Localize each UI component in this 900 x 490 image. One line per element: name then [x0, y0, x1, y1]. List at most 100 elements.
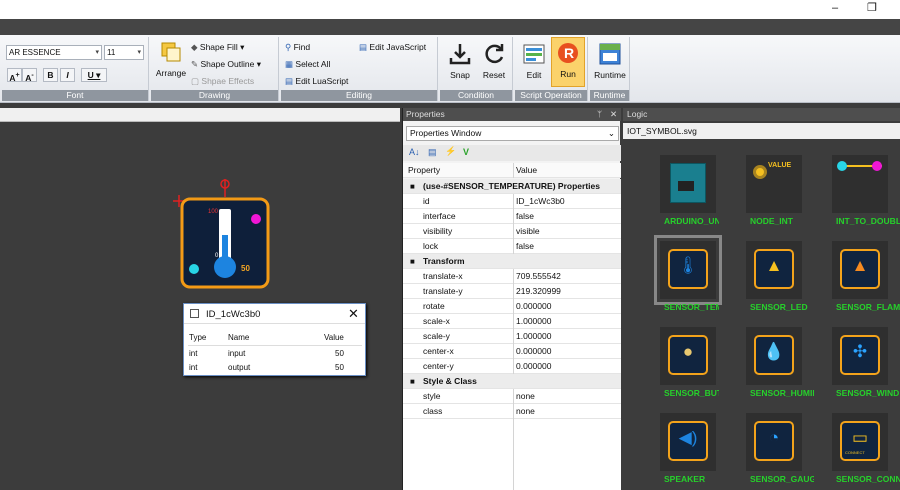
arrange-button[interactable]: Arrange — [153, 37, 189, 87]
font-size-select[interactable]: 11 ▾ — [104, 45, 144, 60]
property-row-class[interactable]: class none — [403, 404, 621, 419]
italic-button[interactable]: I — [60, 68, 75, 82]
pin-icon[interactable]: ᛘ — [597, 108, 602, 121]
property-row-interface[interactable]: interface false — [403, 209, 621, 224]
property-value[interactable]: 1.000000 — [516, 329, 551, 344]
bold-button[interactable]: B — [43, 68, 58, 82]
symbol-tile-sensor-flame[interactable]: ▲ — [832, 241, 888, 299]
property-category[interactable]: ■ Style & Class — [403, 374, 621, 389]
edit-script-button[interactable]: Edit — [518, 39, 550, 85]
symbol-tile-sensor-gauge[interactable]: ◔ — [746, 413, 802, 471]
editing-group: ⚲ Find ▦ Select All ▤ Edit LuaScript ▤ E… — [281, 37, 438, 101]
symbol-tile-arduino[interactable] — [660, 155, 716, 213]
properties-dropdown[interactable]: Properties Window ⌄ — [406, 126, 619, 141]
shrink-font-button[interactable]: A- — [22, 68, 37, 83]
property-value[interactable]: 1.000000 — [516, 314, 551, 329]
runtime-button[interactable]: Runtime — [592, 39, 628, 85]
sensor-humidity-icon: 💧 — [763, 342, 785, 361]
collapse-icon[interactable]: ■ — [410, 254, 415, 269]
shape-outline-button[interactable]: ✎ Shape Outline ▾ — [191, 59, 261, 70]
runtime-icon — [599, 43, 621, 65]
property-value[interactable]: none — [516, 389, 535, 404]
symbol-tile-int-to-double[interactable] — [832, 155, 888, 213]
temperature-sensor-symbol[interactable] — [170, 177, 274, 297]
close-icon[interactable]: ✕ — [610, 108, 617, 121]
property-row-id[interactable]: id ID_1cWc3b0 — [403, 194, 621, 209]
select-all-button[interactable]: ▦ Select All — [285, 59, 330, 70]
property-row-translate-x[interactable]: translate-x 709.555542 — [403, 269, 621, 284]
property-name: interface — [423, 211, 456, 221]
symbol-tile-sensor-humidity[interactable]: 💧 — [746, 327, 802, 385]
property-row-translate-y[interactable]: translate-y 219.320999 — [403, 284, 621, 299]
symbol-label: SENSOR_FLAME — [836, 302, 900, 312]
property-row-visibility[interactable]: visibility visible — [403, 224, 621, 239]
font-name-select[interactable]: AR ESSENCE ▾ — [6, 45, 102, 60]
property-row-lock[interactable]: lock false — [403, 239, 621, 254]
symbol-label: SPEAKER — [664, 474, 706, 484]
underline-button[interactable]: U ▾ — [81, 68, 107, 82]
validate-icon[interactable]: V — [463, 147, 469, 157]
reset-icon — [485, 44, 504, 64]
edit-luascript-button[interactable]: ▤ Edit LuaScript — [285, 76, 348, 87]
category-label: Style & Class — [423, 376, 477, 386]
collapse-icon[interactable]: ■ — [410, 179, 415, 194]
symbol-tile-node-int[interactable]: VALUE — [746, 155, 802, 213]
property-value[interactable]: false — [516, 209, 534, 224]
properties-column-header: Property Value — [403, 163, 621, 178]
edit-javascript-button[interactable]: ▤ Edit JavaScript — [359, 42, 426, 53]
property-row-center-x[interactable]: center-x 0.000000 — [403, 344, 621, 359]
shape-effects-button[interactable]: ▢ Shpae Effects — [191, 76, 254, 87]
divider — [513, 269, 514, 284]
property-row-rotate[interactable]: rotate 0.000000 — [403, 299, 621, 314]
sensor-wind-icon: ✣ — [852, 342, 868, 361]
run-button[interactable]: R Run — [551, 37, 585, 87]
property-name: center-y — [423, 361, 454, 371]
property-value[interactable]: 0.000000 — [516, 344, 551, 359]
connect-label: CONNECT — [845, 450, 865, 455]
find-button[interactable]: ⚲ Find — [285, 42, 310, 53]
property-row-scale-y[interactable]: scale-y 1.000000 — [403, 329, 621, 344]
output-port[interactable] — [251, 214, 261, 224]
properties-header: Properties ᛘ ✕ — [403, 108, 621, 121]
restore-button[interactable]: ❐ — [867, 1, 877, 14]
property-category[interactable]: ■ (use-#SENSOR_TEMPERATURE) Properties — [403, 179, 621, 194]
symbol-tile-speaker[interactable]: ◀) — [660, 413, 716, 471]
divider — [513, 194, 514, 209]
property-value[interactable]: 0.000000 — [516, 359, 551, 374]
property-value[interactable]: 219.320999 — [516, 284, 561, 299]
minimize-button[interactable]: – — [832, 2, 838, 14]
property-row-center-y[interactable]: center-y 0.000000 — [403, 359, 621, 374]
property-value[interactable]: false — [516, 239, 534, 254]
reset-button[interactable]: Reset — [477, 39, 511, 85]
input-port[interactable] — [189, 264, 199, 274]
drawing-canvas[interactable]: 100 0 50 ID_1cWc3b0 ✕ Type Name Value in… — [0, 122, 400, 490]
properties-panel: Properties ᛘ ✕ Properties Window ⌄ A↓ ▤ ⚡… — [402, 108, 621, 490]
property-row-scale-x[interactable]: scale-x 1.000000 — [403, 314, 621, 329]
sort-icon[interactable]: A↓ — [409, 147, 420, 157]
select-all-icon: ▦ — [285, 59, 296, 69]
close-icon[interactable]: ✕ — [348, 306, 359, 322]
property-category[interactable]: ■ Transform — [403, 254, 621, 269]
symbol-tile-sensor-connect[interactable]: ▭ CONNECT — [832, 413, 888, 471]
events-icon[interactable]: ⚡ — [445, 146, 456, 157]
symbol-tile-sensor-led[interactable]: ▲ — [746, 241, 802, 299]
property-name: rotate — [423, 301, 445, 311]
property-value[interactable]: 0.000000 — [516, 299, 551, 314]
collapse-icon[interactable]: ■ — [410, 374, 415, 389]
property-row-style[interactable]: style none — [403, 389, 621, 404]
categorized-icon[interactable]: ▤ — [428, 147, 437, 158]
property-value[interactable]: ID_1cWc3b0 — [516, 194, 565, 209]
property-value[interactable]: none — [516, 404, 535, 419]
node-port-icon — [753, 165, 767, 179]
divider — [513, 329, 514, 344]
symbol-tile-sensor-button[interactable]: ● — [660, 327, 716, 385]
row-value: 50 — [335, 363, 344, 372]
property-value[interactable]: visible — [516, 224, 540, 239]
property-value[interactable]: 709.555542 — [516, 269, 561, 284]
symbol-tile-sensor-wind[interactable]: ✣ — [832, 327, 888, 385]
symbol-tile-sensor-temperature[interactable]: 🌡 — [654, 235, 722, 305]
grow-font-button[interactable]: A+ — [7, 68, 22, 83]
logic-file-tab[interactable]: IOT_SYMBOL.svg — [623, 123, 900, 139]
shape-fill-button[interactable]: ◆ Shape Fill ▾ — [191, 42, 244, 53]
snap-button[interactable]: Snap — [443, 39, 477, 85]
